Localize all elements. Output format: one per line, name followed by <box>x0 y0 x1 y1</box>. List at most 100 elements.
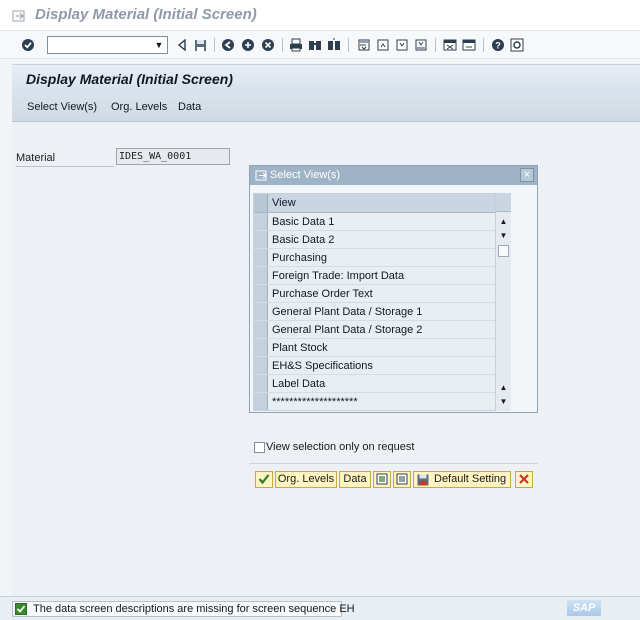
row-selector[interactable] <box>254 249 268 266</box>
shortcut-icon[interactable] <box>461 37 477 53</box>
select-all-cell[interactable] <box>254 194 268 212</box>
table-row[interactable]: General Plant Data / Storage 2 <box>254 321 510 339</box>
title-bar: Display Material (Initial Screen) <box>0 0 640 31</box>
first-page-icon[interactable] <box>356 37 372 53</box>
layout-menu-icon[interactable] <box>509 37 525 53</box>
table-row[interactable]: Purchasing <box>254 249 510 267</box>
next-page-icon[interactable] <box>394 37 410 53</box>
view-label: Purchasing <box>272 252 328 264</box>
command-field[interactable]: ▼ <box>47 36 168 54</box>
menu-select-views[interactable]: Select View(s) <box>27 101 97 113</box>
row-selector[interactable] <box>254 231 268 248</box>
status-message: The data screen descriptions are missing… <box>33 603 355 615</box>
scroll-down-icon[interactable]: ▼ <box>498 397 509 407</box>
window-title: Display Material (Initial Screen) <box>35 6 257 23</box>
menu-org-levels[interactable]: Org. Levels <box>111 101 167 113</box>
view-label: EH&S Specifications <box>272 360 373 372</box>
column-header-view: View <box>272 197 296 209</box>
continue-button[interactable] <box>255 471 273 488</box>
row-selector[interactable] <box>254 285 268 302</box>
screen-title: Display Material (Initial Screen) <box>26 71 233 87</box>
view-label: Foreign Trade: Import Data <box>272 270 405 282</box>
row-selector[interactable] <box>254 267 268 284</box>
cancel-button[interactable] <box>515 471 533 488</box>
application-toolbar: Select View(s) Org. Levels Data <box>12 94 640 122</box>
exit-icon[interactable] <box>240 37 256 53</box>
row-selector[interactable] <box>254 375 268 392</box>
scroll-up-icon[interactable]: ▲ <box>498 383 509 393</box>
screen-header: Display Material (Initial Screen) <box>12 64 640 94</box>
view-label: Basic Data 2 <box>272 234 335 246</box>
svg-text:?: ? <box>495 41 501 51</box>
enter-icon[interactable] <box>20 37 36 53</box>
select-all-button[interactable] <box>373 471 391 488</box>
standard-toolbar: ▼ ? <box>0 31 640 59</box>
checkmark-icon <box>258 474 270 485</box>
cancel-icon[interactable] <box>260 37 276 53</box>
material-input[interactable]: IDES_WA_0001 <box>116 148 230 165</box>
status-message-box[interactable]: The data screen descriptions are missing… <box>12 601 355 617</box>
save-icon[interactable] <box>192 37 208 53</box>
table-row[interactable]: ******************** <box>254 393 510 411</box>
view-label: Label Data <box>272 378 326 390</box>
data-button[interactable]: Data <box>339 471 371 488</box>
row-selector[interactable] <box>254 213 268 230</box>
find-icon[interactable] <box>307 37 323 53</box>
row-selector[interactable] <box>254 357 268 374</box>
dialog-button-bar: Org. Levels Data Default Setting <box>249 463 538 493</box>
command-dropdown-icon[interactable]: ▼ <box>153 38 165 52</box>
default-setting-button[interactable]: Default Setting <box>413 471 511 488</box>
table-row[interactable]: Purchase Order Text <box>254 285 510 303</box>
dialog-close-button[interactable]: × <box>520 168 534 182</box>
view-label: ******************** <box>272 396 358 408</box>
find-next-icon[interactable] <box>326 37 342 53</box>
table-row[interactable]: General Plant Data / Storage 1 <box>254 303 510 321</box>
table-row[interactable]: EH&S Specifications <box>254 357 510 375</box>
view-label: General Plant Data / Storage 1 <box>272 306 423 318</box>
cancel-x-icon <box>519 474 529 484</box>
scroll-thumb[interactable] <box>498 245 509 257</box>
new-session-icon[interactable] <box>442 37 458 53</box>
sap-logo: SAP <box>567 600 601 616</box>
table-row[interactable]: Plant Stock <box>254 339 510 357</box>
table-scrollbar[interactable]: ▲ ▼ ▲ ▼ <box>495 193 511 411</box>
dialog-title-bar: Select View(s) × <box>250 166 537 185</box>
view-label: General Plant Data / Storage 2 <box>272 324 423 336</box>
material-label: Material <box>16 152 56 164</box>
deselect-all-button[interactable] <box>393 471 411 488</box>
back-icon[interactable] <box>174 37 190 53</box>
row-selector[interactable] <box>254 393 268 410</box>
default-setting-label: Default Setting <box>434 473 507 485</box>
table-row[interactable]: Basic Data 1 <box>254 213 510 231</box>
select-views-dialog: Select View(s) × View Basic Data 1 Basic… <box>249 165 538 413</box>
select-all-icon <box>376 473 388 485</box>
previous-page-icon[interactable] <box>375 37 391 53</box>
table-header: View <box>254 194 510 213</box>
material-label-underline <box>16 166 114 167</box>
table-row[interactable]: Foreign Trade: Import Data <box>254 267 510 285</box>
views-table: View Basic Data 1 Basic Data 2 Purchasin… <box>253 193 511 411</box>
success-icon <box>15 603 27 615</box>
table-row[interactable]: Label Data <box>254 375 510 393</box>
back-arrow-icon[interactable] <box>220 37 236 53</box>
help-icon[interactable]: ? <box>490 37 506 53</box>
scroll-down-icon[interactable]: ▼ <box>498 231 509 241</box>
scroll-up-icon[interactable]: ▲ <box>498 217 509 227</box>
view-label: Plant Stock <box>272 342 328 354</box>
view-label: Basic Data 1 <box>272 216 335 228</box>
deselect-all-icon <box>396 473 408 485</box>
table-row[interactable]: Basic Data 2 <box>254 231 510 249</box>
save-default-icon <box>417 474 429 486</box>
row-selector[interactable] <box>254 321 268 338</box>
scrollbar-corner <box>496 193 511 212</box>
print-icon[interactable] <box>288 37 304 53</box>
row-selector[interactable] <box>254 303 268 320</box>
org-levels-button[interactable]: Org. Levels <box>275 471 337 488</box>
row-selector[interactable] <box>254 339 268 356</box>
menu-data[interactable]: Data <box>178 101 201 113</box>
view-label: Purchase Order Text <box>272 288 373 300</box>
status-bar: The data screen descriptions are missing… <box>0 596 640 620</box>
window-icon <box>12 10 25 22</box>
view-selection-checkbox[interactable] <box>254 442 265 453</box>
last-page-icon[interactable] <box>413 37 429 53</box>
